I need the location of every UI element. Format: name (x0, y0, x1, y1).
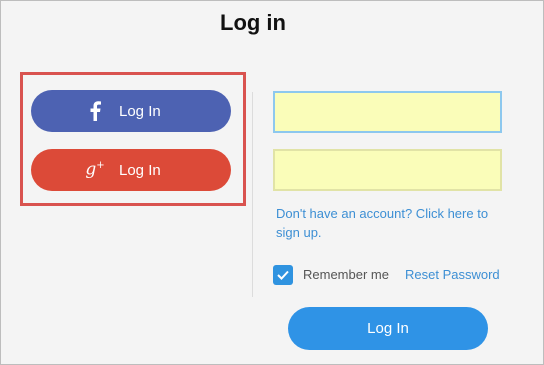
column-divider (252, 92, 253, 297)
facebook-icon (85, 100, 105, 122)
check-icon (277, 270, 289, 280)
password-field[interactable] (273, 149, 502, 191)
remember-me-checkbox[interactable] (273, 265, 293, 285)
login-button-label: Log In (367, 320, 409, 337)
remember-me-label: Remember me (303, 267, 389, 282)
page-title: Log in (220, 10, 286, 35)
google-plus-login-button[interactable]: g+ Log In (31, 149, 231, 191)
facebook-login-label: Log In (119, 102, 161, 120)
login-button[interactable]: Log In (288, 307, 488, 350)
reset-password-link[interactable]: Reset Password (405, 267, 500, 282)
facebook-login-button[interactable]: Log In (31, 90, 231, 132)
signup-link[interactable]: Don't have an account? Click here to sig… (276, 204, 512, 242)
google-plus-icon: g+ (85, 159, 105, 180)
google-plus-login-label: Log In (119, 161, 161, 179)
username-field[interactable] (273, 91, 502, 133)
